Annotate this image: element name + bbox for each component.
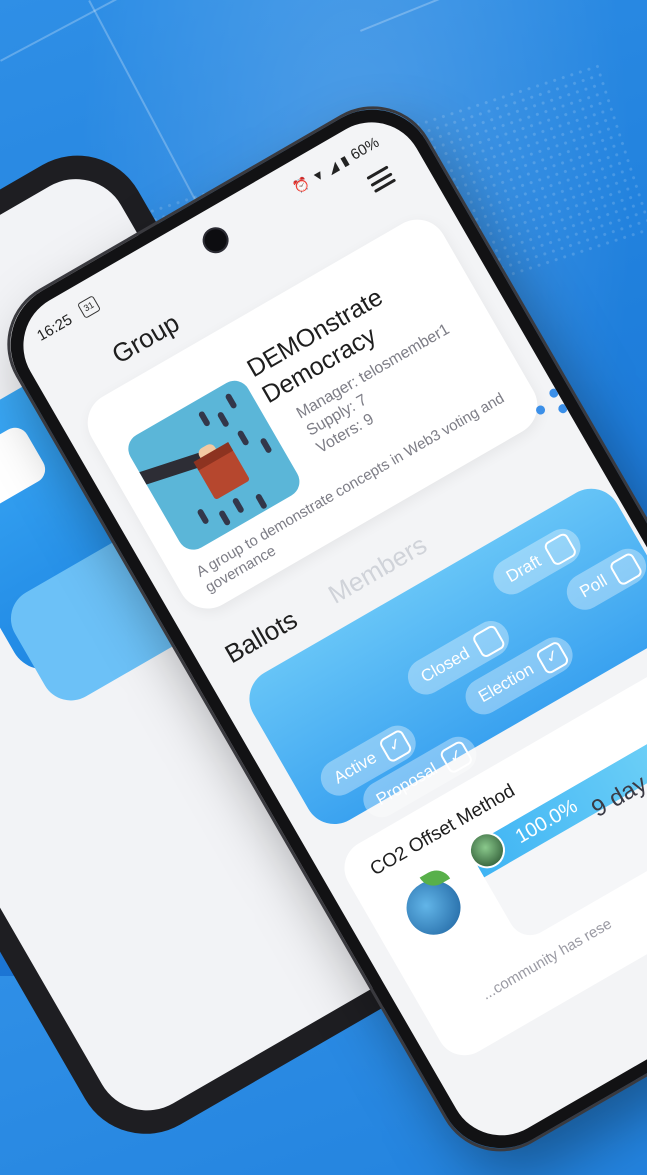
- crowd-person: [216, 411, 230, 428]
- checkbox-unchecked-icon[interactable]: [470, 623, 507, 660]
- crowd-person: [224, 392, 238, 410]
- filter-poll-label: Poll: [576, 570, 611, 602]
- checkbox-unchecked-icon[interactable]: [608, 551, 645, 587]
- crowd-person: [236, 429, 250, 447]
- crowd-person: [218, 509, 232, 527]
- alarm-icon: ⏰: [290, 174, 313, 196]
- crowd-person: [254, 492, 268, 510]
- wifi-icon: ▼: [309, 165, 328, 186]
- earth-leaf-logo-icon: [396, 870, 471, 945]
- signal-icon: ◢: [324, 158, 341, 176]
- crowd-person: [196, 508, 210, 525]
- filter-closed-label: Closed: [417, 643, 473, 687]
- filter-draft-label: Draft: [502, 551, 545, 587]
- battery-percent: 60%: [347, 133, 383, 164]
- battery-icon: ▮: [337, 151, 352, 169]
- crowd-person: [231, 497, 245, 514]
- crowd-person: [197, 410, 211, 428]
- crowd-person: [259, 437, 273, 454]
- calendar-notification-icon: 31: [76, 295, 102, 319]
- checkbox-checked-icon[interactable]: ✓: [535, 639, 571, 676]
- filter-active-label: Active: [330, 747, 380, 788]
- checkbox-checked-icon[interactable]: ✓: [378, 728, 414, 764]
- share-icon[interactable]: [528, 384, 572, 427]
- status-time: 16:25: [34, 311, 76, 345]
- checkbox-checked-icon[interactable]: ✓: [438, 739, 475, 775]
- filter-election-label: Election: [475, 659, 537, 707]
- ballot-box: [197, 448, 251, 501]
- checkbox-unchecked-icon[interactable]: [542, 531, 578, 568]
